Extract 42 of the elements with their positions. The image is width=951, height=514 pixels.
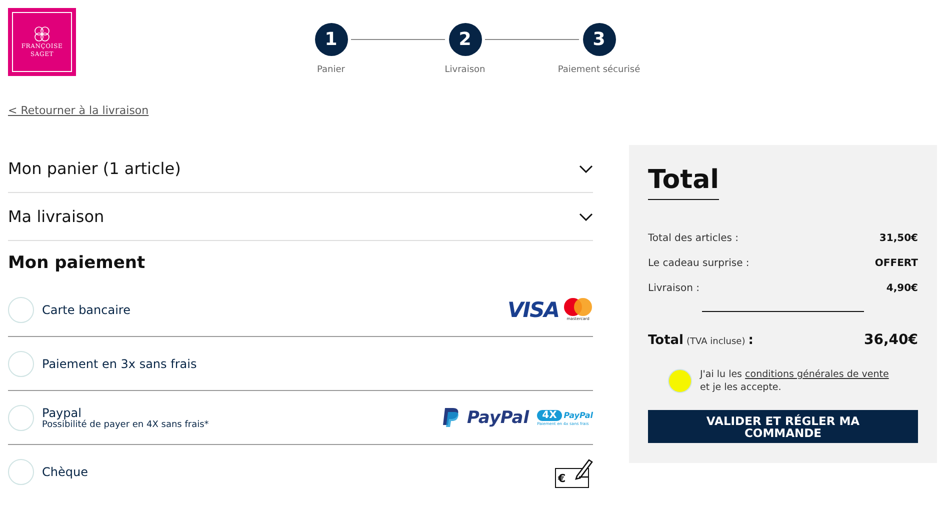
step-number: 1: [314, 23, 348, 56]
paypal-logo: PayPal: [467, 408, 530, 428]
terms-checkbox[interactable]: [668, 369, 692, 393]
radio-button[interactable]: [8, 350, 34, 376]
section-title[interactable]: Ma livraison: [8, 207, 104, 226]
step-number: 2: [448, 23, 482, 56]
section-title: Mon paiement: [8, 253, 146, 273]
mastercard-icon: [563, 298, 593, 316]
line-label: Le cadeau surprise :: [648, 258, 750, 269]
chevron-down-icon: [579, 164, 593, 172]
method-note: Possibilité de payer en 4X sans frais*: [42, 420, 210, 430]
visa-logo: VISA: [508, 298, 559, 322]
paypal-icon: [442, 408, 460, 428]
step-label: Paiement sécurisé: [558, 65, 640, 75]
method-label: Paiement en 3x sans frais: [42, 356, 198, 370]
total-value: 36,40€: [864, 332, 918, 348]
radio-button[interactable]: [8, 404, 34, 430]
step-number: 3: [582, 23, 616, 56]
step-label: Panier: [317, 65, 345, 75]
total-colon: :: [748, 332, 754, 348]
total-label: Total: [648, 332, 684, 348]
back-link[interactable]: < Retourner à la livraison: [8, 104, 149, 117]
line-value: 31,50€: [879, 233, 918, 244]
checkout-button[interactable]: VALIDER ET RÉGLER MA COMMANDE: [648, 410, 918, 443]
terms-text: J'ai lu les conditions générales de vente et je les accepte.: [700, 368, 889, 394]
paypal-logo: PayPal: [564, 410, 593, 420]
terms-link[interactable]: conditions générales de vente: [745, 369, 889, 380]
step-label: Livraison: [444, 65, 486, 75]
method-label: Paypal: [42, 406, 82, 420]
section-title[interactable]: Mon panier (1 article): [8, 159, 181, 178]
method-label: Chèque: [42, 464, 89, 478]
radio-button[interactable]: [8, 296, 34, 322]
line-label: Livraison :: [648, 283, 700, 294]
line-value: 4,90€: [886, 283, 918, 294]
radio-button[interactable]: [8, 458, 34, 484]
chevron-down-icon: [579, 212, 593, 220]
line-label: Total des articles :: [648, 233, 739, 244]
line-value: OFFERT: [874, 258, 918, 269]
summary-title: Total: [648, 165, 720, 200]
tax-note: (TVA incluse): [686, 336, 746, 346]
method-label: Carte bancaire: [42, 302, 132, 316]
badge: 4X: [537, 410, 562, 420]
